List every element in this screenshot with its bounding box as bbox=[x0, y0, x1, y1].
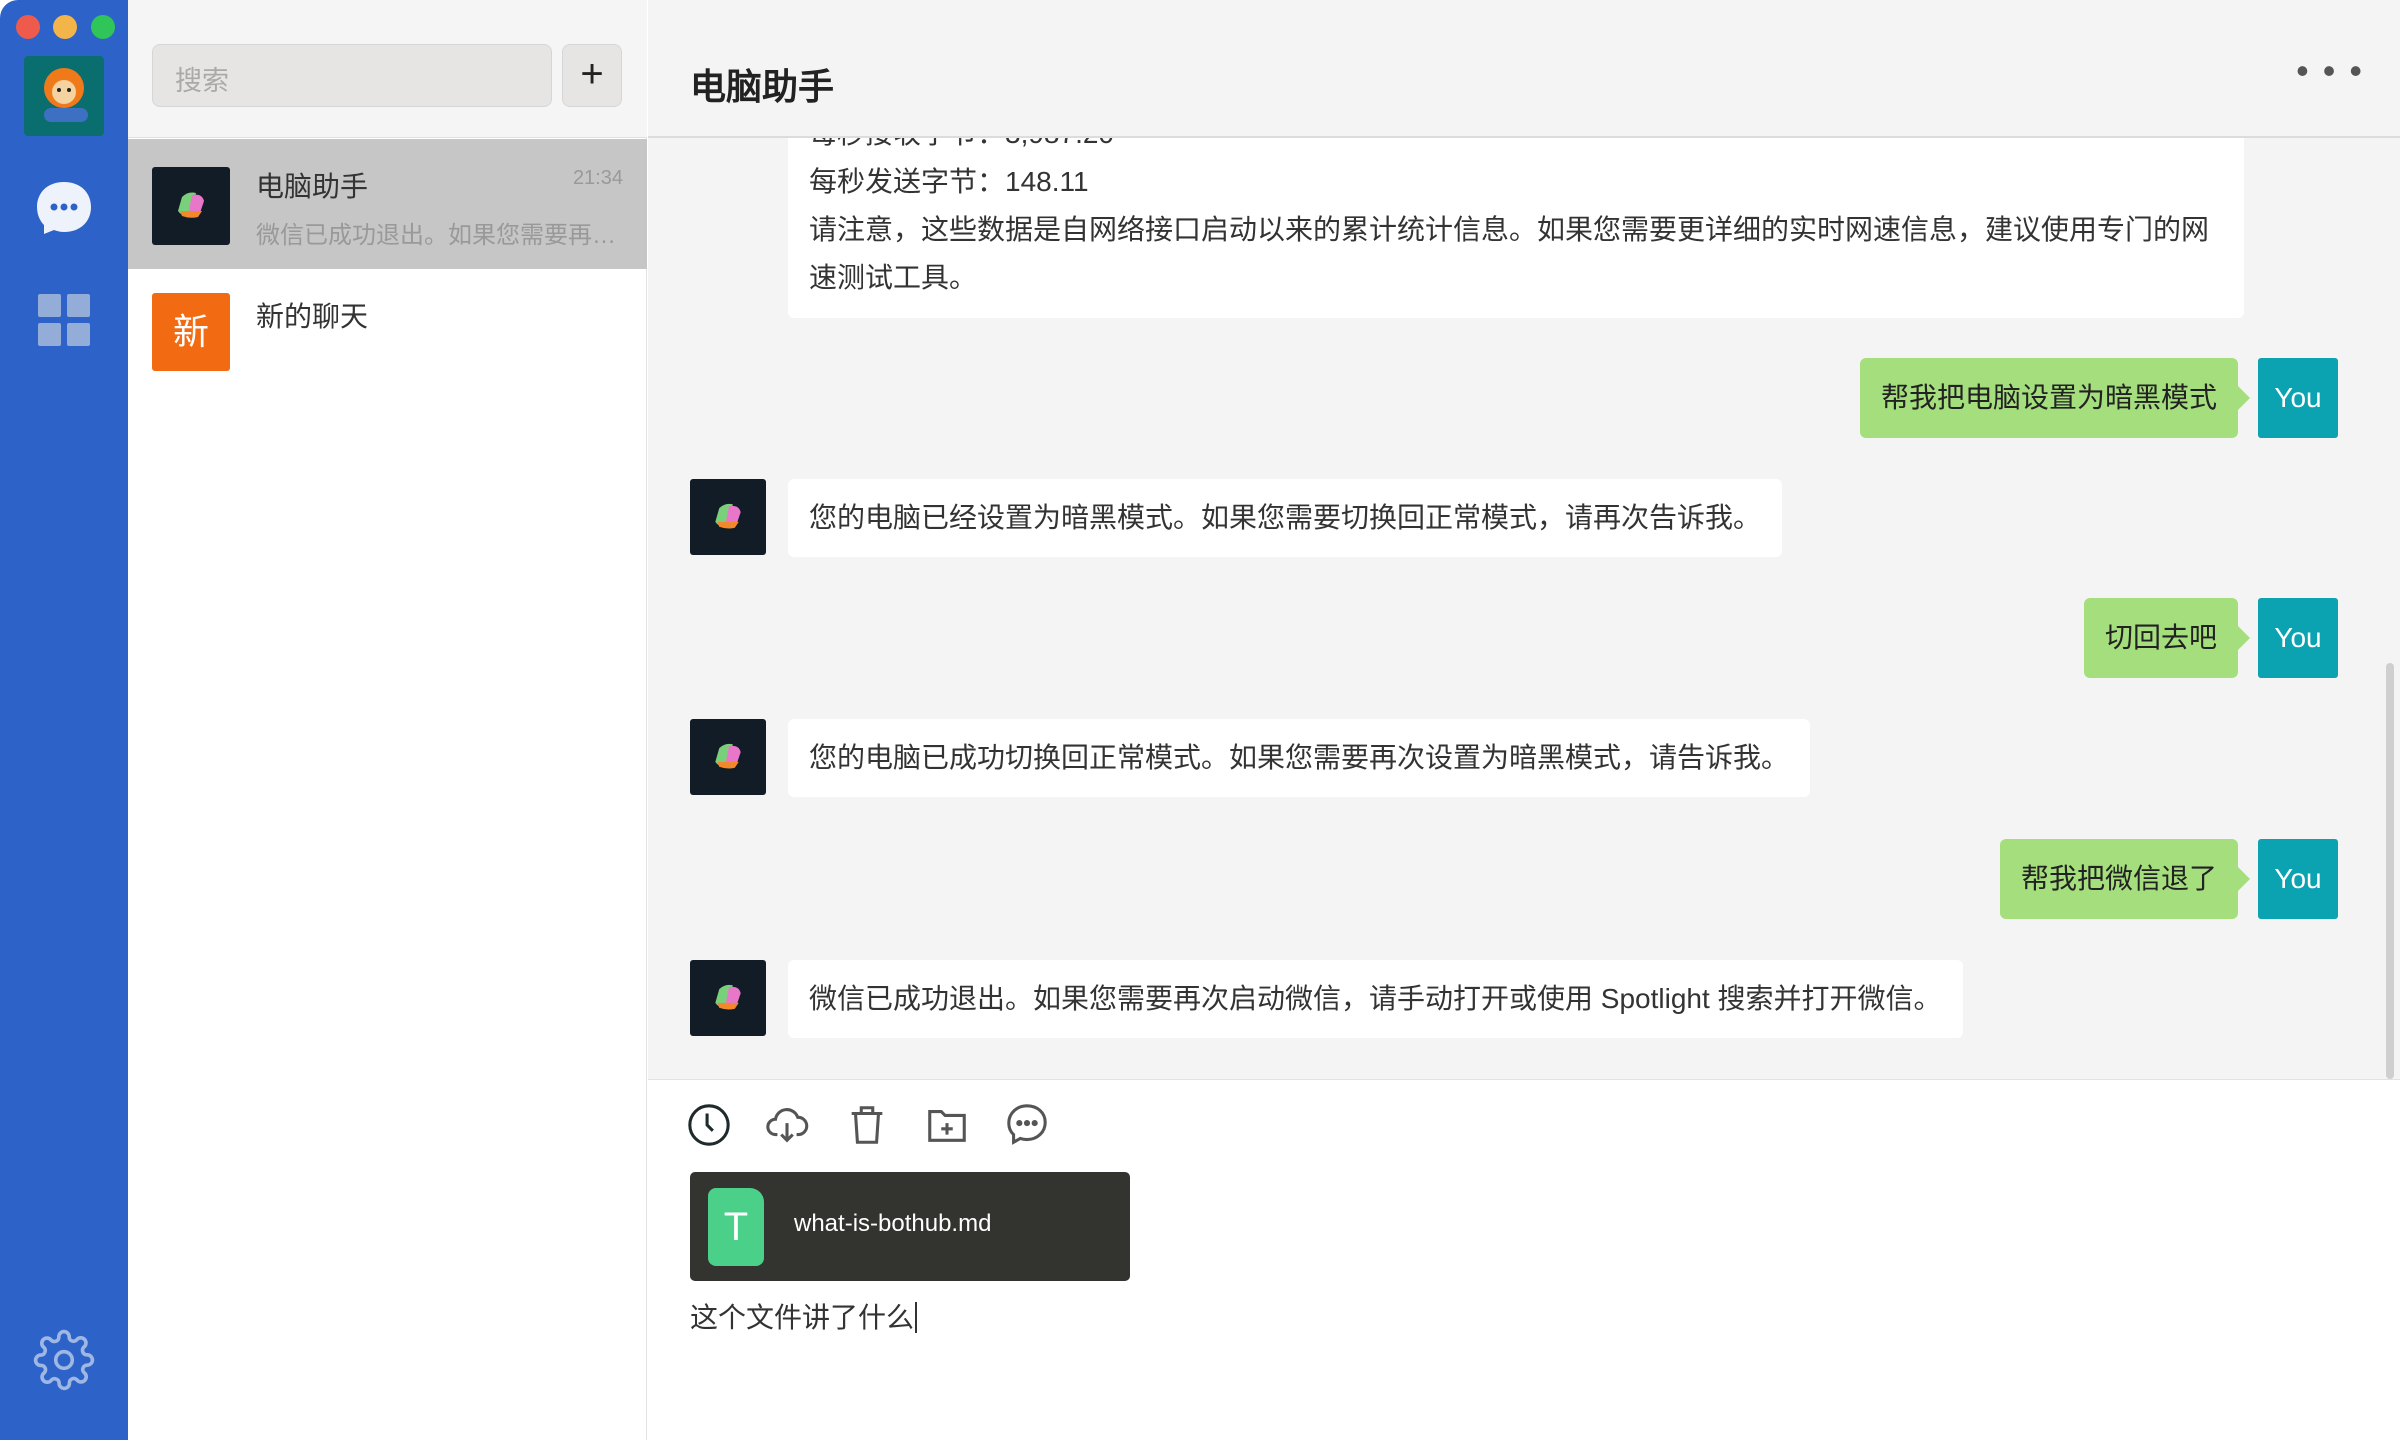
conversation-item-computer-assistant[interactable]: 电脑助手 21:34 微信已成功退出。如果您需要再次启动微信，请手动打开或使用 … bbox=[128, 139, 647, 269]
file-name: what-is-bothub.md bbox=[794, 1210, 992, 1237]
assistant-message: 微信已成功退出。如果您需要再次启动微信，请手动打开或使用 Spotlight 搜… bbox=[788, 960, 1963, 1038]
chat-bubble-icon[interactable] bbox=[32, 176, 96, 245]
chat-header: 电脑助手 • • • bbox=[648, 0, 2400, 138]
list-header: 搜索 + bbox=[128, 0, 647, 138]
message-line: 速测试工具。 bbox=[809, 262, 978, 293]
chat-more-icon[interactable] bbox=[1004, 1102, 1050, 1148]
assistant-message: 您的电脑已经设置为暗黑模式。如果您需要切换回正常模式，请再次告诉我。 bbox=[788, 479, 1783, 557]
gear-icon[interactable] bbox=[33, 1329, 95, 1396]
new-chat-button[interactable]: + bbox=[562, 44, 622, 107]
message-line: 每秒发送字节：148.11 bbox=[809, 166, 1089, 197]
assistant-message: 每秒接收字节：3,987.20 每秒发送字节：148.11 请注意，这些数据是自… bbox=[788, 110, 2244, 318]
composer: T what-is-bothub.md 这个文件讲了什么​ bbox=[648, 1079, 2400, 1440]
conversation-name: 新的聊天 bbox=[256, 301, 369, 332]
copilot-logo-icon bbox=[152, 167, 230, 245]
search-input[interactable]: 搜索 bbox=[152, 44, 552, 107]
message-line: 请注意，这些数据是自网络接口启动以来的累计统计信息。如果您需要更详细的实时网速信… bbox=[809, 214, 2210, 245]
chat-title: 电脑助手 bbox=[690, 66, 835, 107]
user-message: 帮我把电脑设置为暗黑模式 bbox=[1859, 358, 2251, 438]
conversation-preview: 微信已成功退出。如果您需要再次启动微信，请手动打开或使用 Spotlight 搜… bbox=[256, 222, 616, 249]
apps-grid-icon[interactable] bbox=[38, 294, 90, 351]
user-avatar: You bbox=[2258, 358, 2338, 438]
folder-add-icon[interactable] bbox=[924, 1102, 970, 1148]
user-avatar[interactable] bbox=[24, 56, 104, 136]
close-window-button[interactable] bbox=[16, 15, 40, 39]
user-avatar: You bbox=[2258, 839, 2338, 919]
text-cursor: ​ bbox=[915, 1302, 918, 1333]
minimize-window-button[interactable] bbox=[53, 15, 77, 39]
copilot-logo-icon bbox=[690, 719, 766, 795]
trash-icon[interactable] bbox=[844, 1102, 890, 1148]
conversation-item-new-chat[interactable]: 新 新的聊天 bbox=[128, 269, 647, 399]
message-input[interactable]: 这个文件讲了什么​ bbox=[690, 1296, 918, 1336]
conversation-name: 电脑助手 bbox=[256, 171, 369, 202]
sidebar-rail bbox=[0, 0, 128, 1440]
user-message: 切回去吧 bbox=[2083, 598, 2251, 678]
assistant-message: 您的电脑已成功切换回正常模式。如果您需要再次设置为暗黑模式，请告诉我。 bbox=[788, 719, 1811, 797]
more-options-button[interactable]: • • • bbox=[2296, 50, 2364, 92]
user-avatar: You bbox=[2258, 598, 2338, 678]
chat-panel: 电脑助手 • • • 每秒接收字节：3,987.20 每秒发送字节：148.11… bbox=[648, 0, 2400, 1440]
message-input-value: 这个文件讲了什么 bbox=[690, 1302, 915, 1333]
scrollbar[interactable] bbox=[2386, 663, 2394, 1079]
text-file-icon: T bbox=[708, 1188, 764, 1266]
cloud-download-icon[interactable] bbox=[764, 1102, 810, 1148]
user-message: 帮我把微信退了 bbox=[1999, 839, 2251, 919]
new-chat-icon: 新 bbox=[152, 293, 230, 371]
conversation-time: 21:34 bbox=[572, 167, 623, 189]
file-attachment[interactable]: T what-is-bothub.md bbox=[690, 1172, 1130, 1281]
clock-icon[interactable] bbox=[686, 1102, 732, 1148]
copilot-logo-icon bbox=[690, 960, 766, 1036]
conversation-list: 搜索 + 电脑助手 21:34 微信已成功退出。如果您需要再次启动微信，请手动打… bbox=[128, 0, 647, 1440]
maximize-window-button[interactable] bbox=[91, 15, 115, 39]
copilot-logo-icon bbox=[690, 479, 766, 555]
